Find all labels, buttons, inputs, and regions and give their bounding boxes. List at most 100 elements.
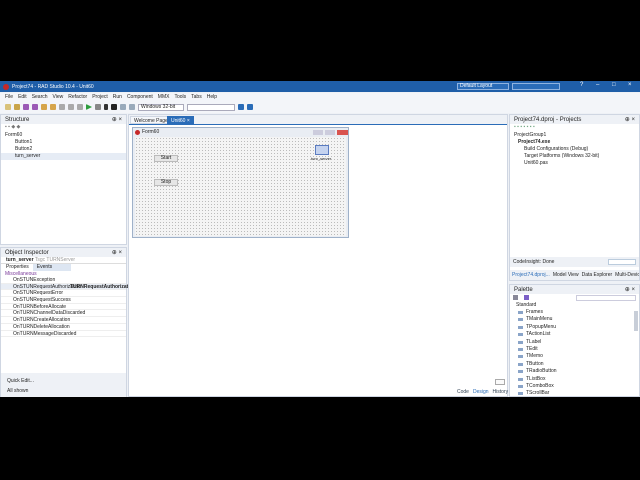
trace-icon[interactable]: [129, 104, 135, 110]
pause-icon[interactable]: [104, 104, 108, 110]
tree-item-form[interactable]: Form60: [1, 132, 126, 139]
palette-item[interactable]: TButton: [510, 361, 639, 368]
palette-view-icon[interactable]: [524, 295, 529, 300]
target-platforms[interactable]: Target Platforms (Windows 32-bit): [510, 153, 639, 160]
start-button[interactable]: Start: [154, 155, 178, 162]
tree-item-button1[interactable]: Button1: [1, 139, 126, 146]
tab-unit60[interactable]: Unit60 ×: [167, 116, 194, 124]
zoom-icon[interactable]: [495, 379, 505, 385]
tab-properties[interactable]: Properties: [6, 264, 29, 271]
form-icon: [135, 129, 140, 135]
menu-search[interactable]: Search: [32, 94, 48, 100]
menu-view[interactable]: View: [53, 94, 64, 100]
palette-item[interactable]: TEdit: [510, 346, 639, 353]
tab-project[interactable]: Project74.dproj...: [512, 270, 550, 280]
layout-select[interactable]: Default Layout: [457, 83, 509, 90]
event-row[interactable]: OnTURNDeleteAllocation: [1, 324, 126, 331]
event-row[interactable]: OnSTUNException: [1, 277, 126, 284]
tree-item-button2[interactable]: Button2: [1, 146, 126, 153]
menu-project[interactable]: Project: [92, 94, 108, 100]
menu-refactor[interactable]: Refactor: [68, 94, 87, 100]
palette-toolbar: [510, 294, 639, 302]
build-configurations[interactable]: Build Configurations (Debug): [510, 146, 639, 153]
palette-item[interactable]: TPopupMenu: [510, 324, 639, 331]
project-group[interactable]: ProjectGroup1: [510, 132, 639, 139]
open-icon[interactable]: [14, 104, 20, 110]
step-icon[interactable]: [120, 104, 126, 110]
menu-help[interactable]: Help: [207, 94, 217, 100]
save-icon[interactable]: [23, 104, 29, 110]
tab-model-view[interactable]: Model View: [553, 270, 579, 280]
turn-server-component-icon[interactable]: [315, 145, 329, 155]
open-project-icon[interactable]: [41, 104, 47, 110]
tab-welcome-page[interactable]: Welcome Page: [130, 116, 172, 124]
tab-data-explorer[interactable]: Data Explorer: [582, 270, 613, 280]
config-select[interactable]: [187, 103, 235, 111]
menu-tabs[interactable]: Tabs: [191, 94, 202, 100]
palette-item[interactable]: TMainMenu: [510, 316, 639, 323]
object-selector[interactable]: turn_server Tsgc TURNServer: [1, 257, 126, 264]
form-minimize-icon: [313, 130, 323, 135]
event-row[interactable]: OnSTUNRequestError: [1, 290, 126, 298]
pin-icon[interactable]: ⊕ ×: [112, 249, 122, 256]
tab-design[interactable]: Design: [473, 389, 489, 395]
tab-events[interactable]: Events: [32, 264, 71, 271]
stop-button[interactable]: Stop: [154, 179, 178, 186]
palette-category-standard[interactable]: Standard: [510, 302, 639, 309]
event-row[interactable]: OnTURNCreateAllocation: [1, 317, 126, 324]
palette-item[interactable]: TMemo: [510, 353, 639, 360]
palette-item[interactable]: Frames: [510, 309, 639, 316]
maximize-button[interactable]: □: [612, 82, 616, 88]
editor-area: Welcome Page Unit60 × Form60 Start Stop …: [128, 114, 508, 397]
palette-item[interactable]: TActionList: [510, 331, 639, 338]
view-unit-icon[interactable]: [59, 104, 65, 110]
event-handler-value[interactable]: TURNRequestAuthorization: [70, 284, 136, 291]
event-row[interactable]: OnSTUNRequestSuccess: [1, 297, 126, 304]
palette-category-icon[interactable]: [513, 295, 518, 300]
palette-item[interactable]: TScrollBar: [510, 390, 639, 397]
tab-history[interactable]: History: [493, 389, 509, 395]
palette-item[interactable]: TListBox: [510, 376, 639, 383]
stop-icon[interactable]: [111, 104, 117, 110]
unit-file[interactable]: Unit60.pas: [510, 160, 639, 167]
event-row[interactable]: OnTURNChannelDataDiscarded: [1, 310, 126, 318]
pin-icon[interactable]: ⊕ ×: [625, 116, 635, 123]
platform-select[interactable]: Windows 32-bit: [138, 103, 184, 111]
palette-search-input[interactable]: [576, 295, 636, 301]
tree-item-turn-server[interactable]: turn_server: [1, 153, 126, 160]
tab-code[interactable]: Code: [457, 389, 469, 395]
view-form-icon[interactable]: [68, 104, 74, 110]
close-button[interactable]: ×: [628, 82, 632, 88]
palette-item[interactable]: TRadioButton: [510, 368, 639, 375]
new-icon[interactable]: [5, 104, 11, 110]
event-row[interactable]: OnTURNBeforeAllocate: [1, 304, 126, 311]
projects-title: Project74.dproj - Projects: [514, 116, 582, 123]
forward-icon[interactable]: [247, 104, 253, 110]
menu-edit[interactable]: Edit: [18, 94, 27, 100]
tab-multi-device[interactable]: Multi-Device Pre...: [615, 270, 639, 280]
run-icon[interactable]: [86, 104, 92, 110]
event-row[interactable]: OnTURNMessageDiscarded: [1, 331, 126, 338]
menu-tools[interactable]: Tools: [174, 94, 186, 100]
event-row-selected[interactable]: OnSTUNRequestAuthorization TURNRequestAut…: [1, 283, 136, 291]
quick-edit-link[interactable]: Quick Edit...: [7, 376, 120, 386]
minimize-button[interactable]: –: [596, 82, 599, 88]
back-icon[interactable]: [238, 104, 244, 110]
menu-run[interactable]: Run: [113, 94, 122, 100]
menu-mmx[interactable]: MMX: [158, 94, 170, 100]
save-all-icon[interactable]: [32, 104, 38, 110]
menu-component[interactable]: Component: [127, 94, 153, 100]
pin-icon[interactable]: ⊕ ×: [625, 286, 635, 293]
add-file-icon[interactable]: [50, 104, 56, 110]
palette-item[interactable]: TLabel: [510, 339, 639, 346]
project-exe[interactable]: Project74.exe: [510, 139, 639, 146]
toggle-form-icon[interactable]: [77, 104, 83, 110]
ide-search-input[interactable]: [512, 83, 560, 90]
help-icon[interactable]: ?: [580, 82, 583, 88]
palette-scrollbar[interactable]: [634, 311, 638, 331]
run-without-debug-icon[interactable]: [95, 104, 101, 110]
palette-item[interactable]: TComboBox: [510, 383, 639, 390]
form-designer[interactable]: Form60 Start Stop turn_server: [132, 127, 349, 238]
pin-icon[interactable]: ⊕ ×: [112, 116, 122, 123]
menu-file[interactable]: File: [5, 94, 13, 100]
